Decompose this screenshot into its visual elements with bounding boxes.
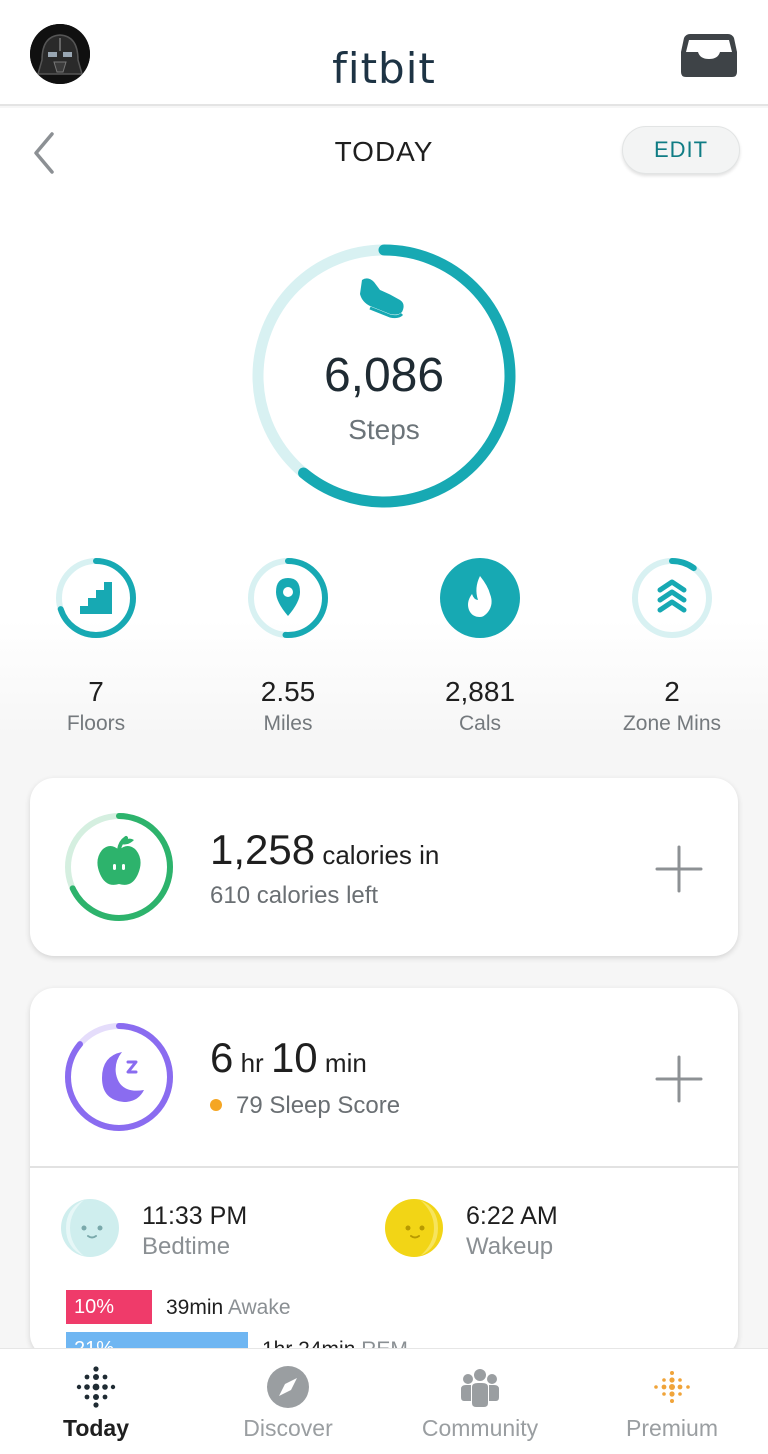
miles-value: 2.55 [260,676,316,707]
inbox-icon[interactable] [680,32,738,78]
apple-icon [97,836,141,885]
wakeup-label: Wakeup [466,1233,554,1260]
calories-ring [440,558,520,638]
floors-label: Floors [66,712,126,735]
calories-label: Cals [458,712,501,735]
miles-stat[interactable]: 2.55 Miles [192,556,384,736]
premium-dots-icon [654,1371,690,1403]
bedtime-moon-icon [61,1199,119,1257]
stage-awake-text: 39min Awake [166,1296,291,1320]
calories-stat[interactable]: 2,881 Cals [384,556,576,736]
nav-today-label: Today [62,1415,130,1441]
floors-ring [56,558,136,638]
bedtime-label: Bedtime [142,1233,231,1260]
sleep-score-line: 79 Sleep Score [210,1092,400,1120]
miles-label: Miles [263,712,313,735]
food-progress-ring [65,813,173,921]
miles-ring [248,558,328,638]
zone-chevrons-icon [657,579,687,613]
zone-minutes-value: 2 [664,676,680,707]
nav-discover[interactable]: Discover [192,1349,384,1454]
calories-left: 610 calories left [210,882,379,909]
stage-awake-name: Awake [227,1296,291,1319]
wakeup-value: 6:22 AM [466,1202,558,1230]
food-card[interactable]: 1,258 calories in 610 calories left [30,778,738,956]
nav-community[interactable]: Community [384,1349,576,1454]
calories-in-value: 1,258 [210,826,316,873]
sleep-hours: 6 [210,1034,234,1081]
steps-label: Steps [348,414,420,445]
calories-in-unit: calories in [322,840,440,870]
floors-value: 7 [88,676,104,707]
compass-icon [267,1366,309,1408]
shoe-icon [360,278,404,319]
zone-minutes-ring [632,558,712,638]
calories-in-line: 1,258 calories in [210,826,439,874]
stage-awake-duration: 39min [166,1296,224,1319]
edit-button[interactable]: EDIT [622,126,740,174]
calories-value: 2,881 [444,676,516,707]
nav-today[interactable]: Today [0,1349,192,1454]
sleep-card[interactable]: 6 hr 10 min 79 Sleep Score 11:33 PM Bedt… [30,988,738,1358]
stairs-icon [80,582,112,614]
fitbit-dots-icon [76,1366,116,1408]
nav-premium[interactable]: Premium [576,1349,768,1454]
sleep-duration: 6 hr 10 min [210,1034,367,1082]
date-bar: TODAY EDIT [0,108,768,198]
nav-community-label: Community [421,1415,539,1441]
floors-stat[interactable]: 7 Floors [0,556,192,736]
wakeup-sun-icon [385,1199,443,1257]
stage-bar-awake: 10% [66,1290,152,1324]
brand-logo: fitbit [332,44,436,93]
sleep-progress-ring [65,1023,173,1131]
nav-discover-label: Discover [243,1415,333,1441]
zone-minutes-label: Zone Mins [622,712,722,735]
sleep-divider [30,1166,738,1168]
app-header: fitbit [0,0,768,106]
sleep-score-dot [210,1098,222,1111]
add-food-icon[interactable] [654,844,704,894]
sleep-score: 79 Sleep Score [236,1092,401,1119]
zone-minutes-stat[interactable]: 2 Zone Mins [576,556,768,736]
bedtime-value: 11:33 PM [142,1202,248,1230]
community-people-icon [461,1369,499,1407]
location-pin-icon [276,578,300,616]
stage-awake-percent: 10% [74,1295,115,1318]
nav-premium-label: Premium [625,1415,718,1441]
steps-count: 6,086 [323,349,445,402]
add-sleep-icon[interactable] [654,1054,704,1104]
sleep-minutes: 10 [270,1034,318,1081]
sleep-minutes-unit: min [324,1048,367,1078]
moon-sleep-icon [102,1052,144,1102]
sleep-hours-unit: hr [240,1048,264,1078]
bottom-nav: Today Discover Community Premium [0,1348,768,1454]
